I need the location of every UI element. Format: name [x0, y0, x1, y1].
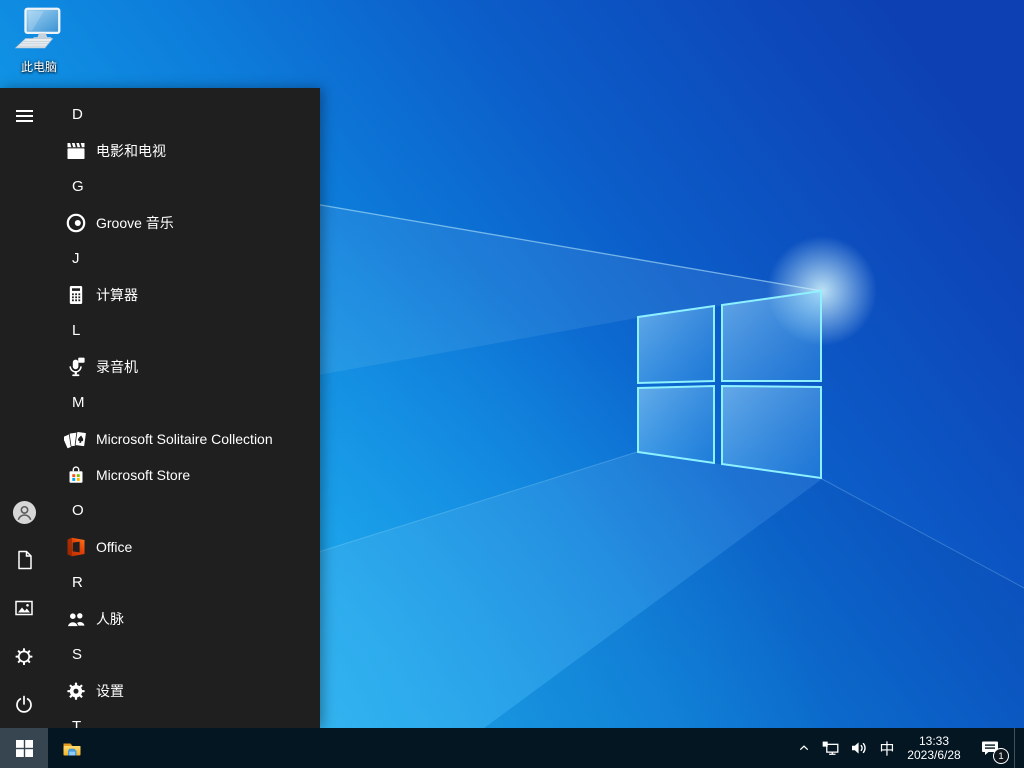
user-avatar-icon — [12, 500, 37, 525]
computer-icon — [12, 7, 66, 52]
settings-rail-button[interactable] — [0, 632, 48, 680]
groove-music-icon — [64, 211, 88, 235]
section-letter-o[interactable]: O — [48, 493, 320, 529]
people-icon — [64, 607, 88, 631]
documents-button[interactable] — [0, 536, 48, 584]
section-letter-l[interactable]: L — [48, 313, 320, 349]
app-label: 人脉 — [96, 609, 124, 629]
start-button[interactable] — [0, 728, 48, 768]
power-button[interactable] — [0, 680, 48, 728]
app-label: 录音机 — [96, 357, 138, 377]
tray-date: 2023/6/28 — [907, 748, 960, 762]
app-label: 电影和电视 — [96, 141, 166, 161]
system-tray: 中 13:33 2023/6/28 1 — [792, 728, 1020, 768]
start-menu-rail — [0, 88, 48, 728]
app-item-solitaire[interactable]: Microsoft Solitaire Collection — [48, 421, 320, 457]
file-explorer-button[interactable] — [48, 728, 96, 768]
app-item-settings[interactable]: 设置 — [48, 673, 320, 709]
office-icon — [64, 535, 88, 559]
settings-icon — [64, 679, 88, 703]
section-letter-t[interactable]: T — [48, 709, 320, 728]
app-label: Office — [96, 539, 132, 555]
desktop-screen: 此电脑 — [0, 0, 1024, 768]
voice-recorder-icon — [64, 355, 88, 379]
calculator-icon — [64, 283, 88, 307]
file-explorer-icon — [60, 736, 84, 760]
tray-time: 13:33 — [919, 734, 949, 748]
clock-button[interactable]: 13:33 2023/6/28 — [900, 728, 968, 768]
desktop-icon-this-pc[interactable]: 此电脑 — [6, 7, 72, 75]
volume-icon — [848, 737, 870, 759]
windows-logo-icon — [16, 740, 33, 757]
app-item-calculator[interactable]: 计算器 — [48, 277, 320, 313]
hidden-icons-button[interactable] — [792, 728, 816, 768]
desktop-icon-label: 此电脑 — [6, 58, 72, 75]
taskbar: 中 13:33 2023/6/28 1 — [0, 728, 1024, 768]
section-letter-d[interactable]: D — [48, 97, 320, 133]
app-label: 计算器 — [96, 285, 138, 305]
app-label: Groove 音乐 — [96, 213, 174, 233]
ime-indicator[interactable]: 中 — [874, 728, 900, 768]
volume-button[interactable] — [844, 728, 874, 768]
section-letter-m[interactable]: M — [48, 385, 320, 421]
chevron-up-icon — [794, 738, 814, 758]
hamburger-menu-icon — [16, 107, 33, 125]
pictures-icon — [12, 596, 36, 620]
app-label: Microsoft Store — [96, 467, 190, 483]
power-icon — [12, 692, 36, 716]
app-list: D 电影和电视 G — [48, 97, 320, 728]
app-item-voice-recorder[interactable]: 录音机 — [48, 349, 320, 385]
app-item-people[interactable]: 人脉 — [48, 601, 320, 637]
network-icon — [819, 737, 841, 759]
store-icon — [64, 463, 88, 487]
solitaire-icon — [64, 427, 88, 451]
user-account-button[interactable] — [0, 488, 48, 536]
section-letter-s[interactable]: S — [48, 637, 320, 673]
section-letter-r[interactable]: R — [48, 565, 320, 601]
start-menu: D 电影和电视 G — [0, 88, 320, 728]
expand-menu-button[interactable] — [0, 92, 48, 140]
documents-icon — [12, 548, 36, 572]
action-center-button[interactable]: 1 — [968, 728, 1012, 768]
app-item-movies-tv[interactable]: 电影和电视 — [48, 133, 320, 169]
app-item-groove-music[interactable]: Groove 音乐 — [48, 205, 320, 241]
app-label: Microsoft Solitaire Collection — [96, 431, 273, 447]
movies-tv-icon — [64, 139, 88, 163]
section-letter-g[interactable]: G — [48, 169, 320, 205]
show-desktop-button[interactable] — [1014, 728, 1020, 768]
network-button[interactable] — [816, 728, 844, 768]
app-item-office[interactable]: Office — [48, 529, 320, 565]
pictures-button[interactable] — [0, 584, 48, 632]
notification-badge: 1 — [993, 748, 1009, 764]
app-label: 设置 — [96, 681, 124, 701]
section-letter-j[interactable]: J — [48, 241, 320, 277]
app-item-microsoft-store[interactable]: Microsoft Store — [48, 457, 320, 493]
settings-gear-icon — [12, 644, 36, 668]
